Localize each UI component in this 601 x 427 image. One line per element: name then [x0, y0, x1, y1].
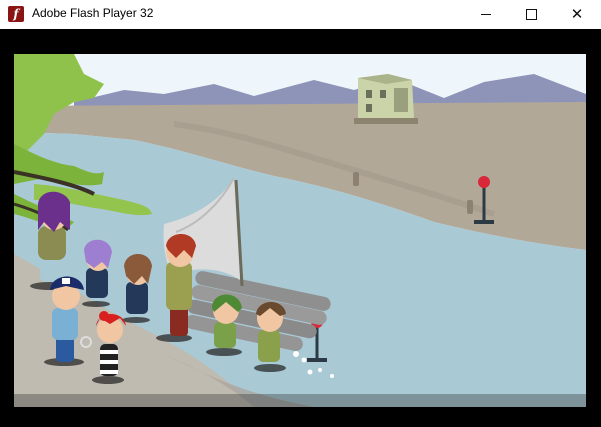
minimize-icon: [481, 14, 491, 15]
flash-player-window: f Adobe Flash Player 32 ✕: [0, 0, 601, 427]
game-stage[interactable]: [14, 54, 586, 407]
distant-house: [354, 74, 418, 124]
title-bar[interactable]: f Adobe Flash Player 32 ✕: [0, 0, 601, 29]
maximize-button[interactable]: [508, 0, 554, 29]
maximize-icon: [525, 9, 537, 20]
close-button[interactable]: ✕: [554, 0, 600, 29]
window-title: Adobe Flash Player 32: [32, 6, 154, 20]
minimize-button[interactable]: [463, 0, 509, 29]
close-icon: ✕: [570, 5, 584, 23]
flash-player-icon: f: [8, 6, 24, 22]
mooring-post: [467, 200, 473, 214]
mooring-post: [353, 172, 359, 186]
game-scene: [14, 54, 586, 407]
